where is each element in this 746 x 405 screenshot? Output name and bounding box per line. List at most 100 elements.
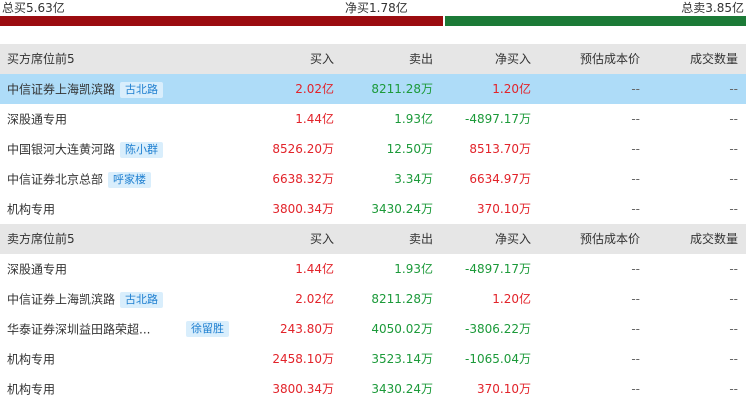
col-cost-header: 预估成本价 [579,52,640,66]
sell-amount: 4050.02万 [371,322,433,336]
est-cost: -- [631,322,640,336]
volume: -- [729,142,738,156]
table-row[interactable]: 深股通专用 1.44亿 1.93亿 -4897.17万 -- -- [0,104,746,134]
sell-amount: 3430.24万 [371,202,433,216]
trader-tag[interactable]: 徐留胜 [186,321,229,337]
col-volume-header: 成交数量 [689,232,738,246]
sell-amount: 1.93亿 [394,112,433,126]
net-amount: -4897.17万 [465,262,531,276]
col-sell-header: 卖出 [408,52,433,66]
seat-name-text[interactable]: 机构专用 [7,383,55,397]
col-buy-header: 买入 [309,52,334,66]
net-amount: 8513.70万 [469,142,531,156]
net-amount: -3806.22万 [465,322,531,336]
col-sell-header: 卖出 [408,232,433,246]
volume: -- [729,262,738,276]
buy-sell-ratio-bar [0,16,746,26]
table-row[interactable]: 中信证券上海凯滨路 古北路 2.02亿 8211.28万 1.20亿 -- -- [0,74,746,104]
seller-header-row: 卖方席位前5 买入 卖出 净买入 预估成本价 成交数量 [0,224,746,254]
seat-name[interactable]: 中信证券上海凯滨路 古北路 [7,74,164,104]
volume: -- [729,322,738,336]
est-cost: -- [631,142,640,156]
seat-name-text[interactable]: 深股通专用 [7,113,67,127]
seat-name[interactable]: 中国银河大连黄河路 陈小群 [7,134,164,164]
summary-labels: 总买5.63亿 净买1.78亿 总卖3.85亿 [0,0,746,16]
table-row[interactable]: 中信证券上海凯滨路 古北路 2.02亿 8211.28万 1.20亿 -- -- [0,284,746,314]
net-buy-label: 净买1.78亿 [345,1,408,15]
est-cost: -- [631,112,640,126]
table-row[interactable]: 华泰证券深圳益田路荣超... 徐留胜 243.80万 4050.02万 -3806.22… [0,314,746,344]
table-row[interactable]: 中国银河大连黄河路 陈小群 8526.20万 12.50万 8513.70万 -- -- [0,134,746,164]
net-amount: 1.20亿 [492,82,531,96]
est-cost: -- [631,202,640,216]
seat-name[interactable]: 中信证券北京总部 呼家楼 [7,164,152,194]
buy-amount: 2.02亿 [295,82,334,96]
buy-amount: 8526.20万 [272,142,334,156]
col-volume-header: 成交数量 [689,52,738,66]
table-row[interactable]: 机构专用 2458.10万 3523.14万 -1065.04万 -- -- [0,344,746,374]
seat-name[interactable]: 华泰证券深圳益田路荣超... [7,314,150,344]
col-cost-header: 预估成本价 [579,232,640,246]
trader-tag[interactable]: 古北路 [120,291,164,308]
seller-section-title: 卖方席位前5 [7,232,75,246]
net-amount: 6634.97万 [469,172,531,186]
trader-tag[interactable]: 陈小群 [120,141,164,158]
volume: -- [729,112,738,126]
buy-amount: 6638.32万 [272,172,334,186]
buy-amount: 2458.10万 [272,352,334,366]
seat-name-text[interactable]: 机构专用 [7,353,55,367]
seat-name-text[interactable]: 中信证券上海凯滨路 [7,293,115,307]
sell-portion-bar [445,16,746,26]
net-amount: -4897.17万 [465,112,531,126]
est-cost: -- [631,172,640,186]
seat-name-text[interactable]: 华泰证券深圳益田路荣超... [7,323,150,337]
sell-amount: 8211.28万 [371,292,433,306]
net-amount: 370.10万 [477,202,531,216]
trader-tag[interactable]: 呼家楼 [108,171,152,188]
seat-name[interactable]: 中信证券上海凯滨路 古北路 [7,284,164,314]
seat-table: 买方席位前5 买入 卖出 净买入 预估成本价 成交数量 中信证券上海凯滨路 古北路… [0,44,746,404]
sell-amount: 3.34万 [394,172,433,186]
seat-name[interactable]: 深股通专用 [7,254,67,284]
volume: -- [729,202,738,216]
buy-amount: 243.80万 [280,322,334,336]
sell-amount: 8211.28万 [371,82,433,96]
col-net-header: 净买入 [494,52,531,66]
est-cost: -- [631,82,640,96]
est-cost: -- [631,292,640,306]
buy-amount: 1.44亿 [295,112,334,126]
col-net-header: 净买入 [494,232,531,246]
est-cost: -- [631,352,640,366]
buy-amount: 2.02亿 [295,292,334,306]
buy-portion-bar [0,16,443,26]
table-row[interactable]: 机构专用 3800.34万 3430.24万 370.10万 -- -- [0,194,746,224]
seat-name[interactable]: 机构专用 [7,194,55,224]
volume: -- [729,172,738,186]
seat-name[interactable]: 深股通专用 [7,104,67,134]
seat-name-text[interactable]: 中国银河大连黄河路 [7,143,115,157]
table-row[interactable]: 中信证券北京总部 呼家楼 6638.32万 3.34万 6634.97万 -- -- [0,164,746,194]
volume: -- [729,82,738,96]
net-amount: 1.20亿 [492,292,531,306]
seller-rows: 深股通专用 1.44亿 1.93亿 -4897.17万 -- -- 中信证券上海凯滨路 古北路… [0,254,746,404]
buyer-rows: 中信证券上海凯滨路 古北路 2.02亿 8211.28万 1.20亿 -- -- 深股通专用 1… [0,74,746,224]
seat-name-text[interactable]: 深股通专用 [7,263,67,277]
volume: -- [729,292,738,306]
trader-tag[interactable]: 古北路 [120,81,164,98]
sell-amount: 3523.14万 [371,352,433,366]
buyer-header-row: 买方席位前5 买入 卖出 净买入 预估成本价 成交数量 [0,44,746,74]
seat-name[interactable]: 机构专用 [7,344,55,374]
total-sell-label: 总卖3.85亿 [681,1,744,15]
buy-amount: 3800.34万 [272,202,334,216]
seat-name-text[interactable]: 中信证券上海凯滨路 [7,83,115,97]
buy-amount: 1.44亿 [295,262,334,276]
seat-name-text[interactable]: 机构专用 [7,203,55,217]
col-buy-header: 买入 [309,232,334,246]
total-buy-label: 总买5.63亿 [2,1,65,15]
sell-amount: 1.93亿 [394,262,433,276]
seat-name-text[interactable]: 中信证券北京总部 [7,173,103,187]
sell-amount: 12.50万 [386,142,433,156]
table-row[interactable]: 深股通专用 1.44亿 1.93亿 -4897.17万 -- -- [0,254,746,284]
volume: -- [729,352,738,366]
net-amount: -1065.04万 [465,352,531,366]
